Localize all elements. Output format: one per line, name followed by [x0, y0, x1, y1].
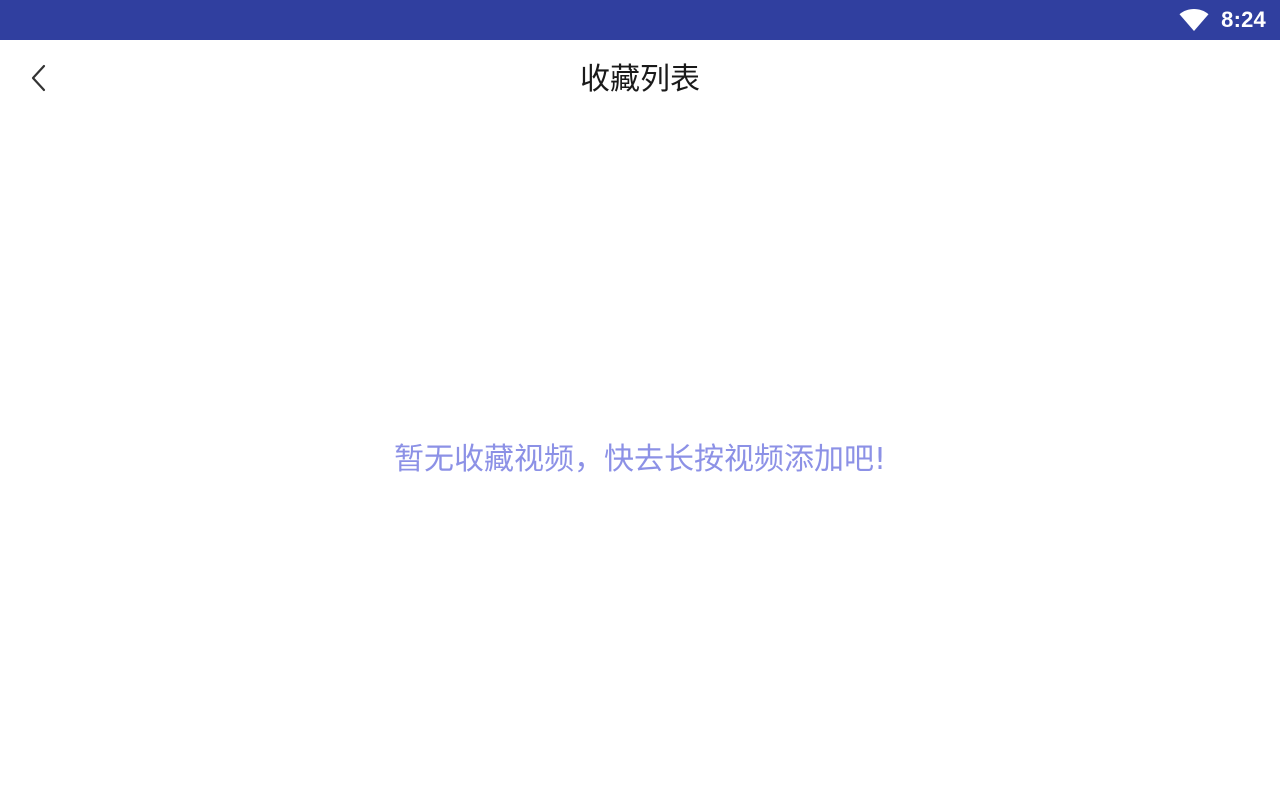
chevron-left-icon: [30, 64, 50, 96]
wifi-icon: [1179, 8, 1209, 32]
status-bar: 8:24: [0, 0, 1280, 40]
empty-state-message: 暂无收藏视频，快去长按视频添加吧!: [393, 442, 887, 477]
app-bar: 收藏列表: [0, 40, 1280, 120]
back-button[interactable]: [18, 58, 62, 102]
status-clock: 8:24: [1221, 7, 1266, 32]
page-title: 收藏列表: [580, 62, 700, 97]
